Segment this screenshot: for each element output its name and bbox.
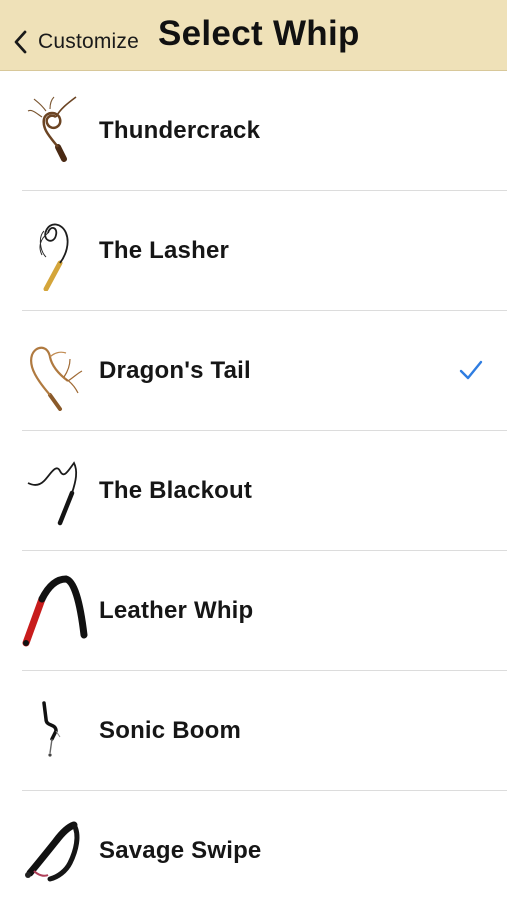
thundercrack-whip-icon (20, 91, 90, 171)
whip-name: The Blackout (99, 477, 253, 504)
whip-name: Thundercrack (99, 117, 261, 144)
the-lasher-whip-icon (20, 211, 90, 291)
sonic-boom-whip-icon (20, 691, 90, 771)
whip-row-thundercrack[interactable]: Thundercrack (0, 71, 507, 191)
whip-row-the-lasher[interactable]: The Lasher (0, 191, 507, 311)
checkmark-icon (459, 360, 483, 380)
the-blackout-whip-icon (20, 451, 90, 531)
dragons-tail-whip-icon (20, 331, 90, 411)
whip-name: The Lasher (99, 237, 230, 264)
whip-row-savage-swipe[interactable]: Savage Swipe (0, 791, 507, 911)
whip-row-leather-whip[interactable]: Leather Whip (0, 551, 507, 671)
whip-row-sonic-boom[interactable]: Sonic Boom (0, 671, 507, 791)
page-title: Select Whip (158, 14, 360, 53)
back-button-label: Customize (38, 30, 139, 53)
whip-name: Dragon's Tail (99, 357, 251, 384)
whip-name: Savage Swipe (99, 837, 262, 864)
whip-name: Sonic Boom (99, 717, 242, 744)
navigation-bar: Customize Select Whip (0, 0, 507, 71)
whip-list: Thundercrack The Lasher Dragon's Tail Th… (0, 71, 507, 911)
whip-row-the-blackout[interactable]: The Blackout (0, 431, 507, 551)
leather-whip-icon (20, 571, 90, 651)
whip-row-dragons-tail[interactable]: Dragon's Tail (0, 311, 507, 431)
whip-name: Leather Whip (99, 597, 254, 624)
savage-swipe-whip-icon (20, 811, 90, 891)
chevron-left-icon (14, 30, 27, 54)
back-button[interactable]: Customize (10, 22, 139, 62)
